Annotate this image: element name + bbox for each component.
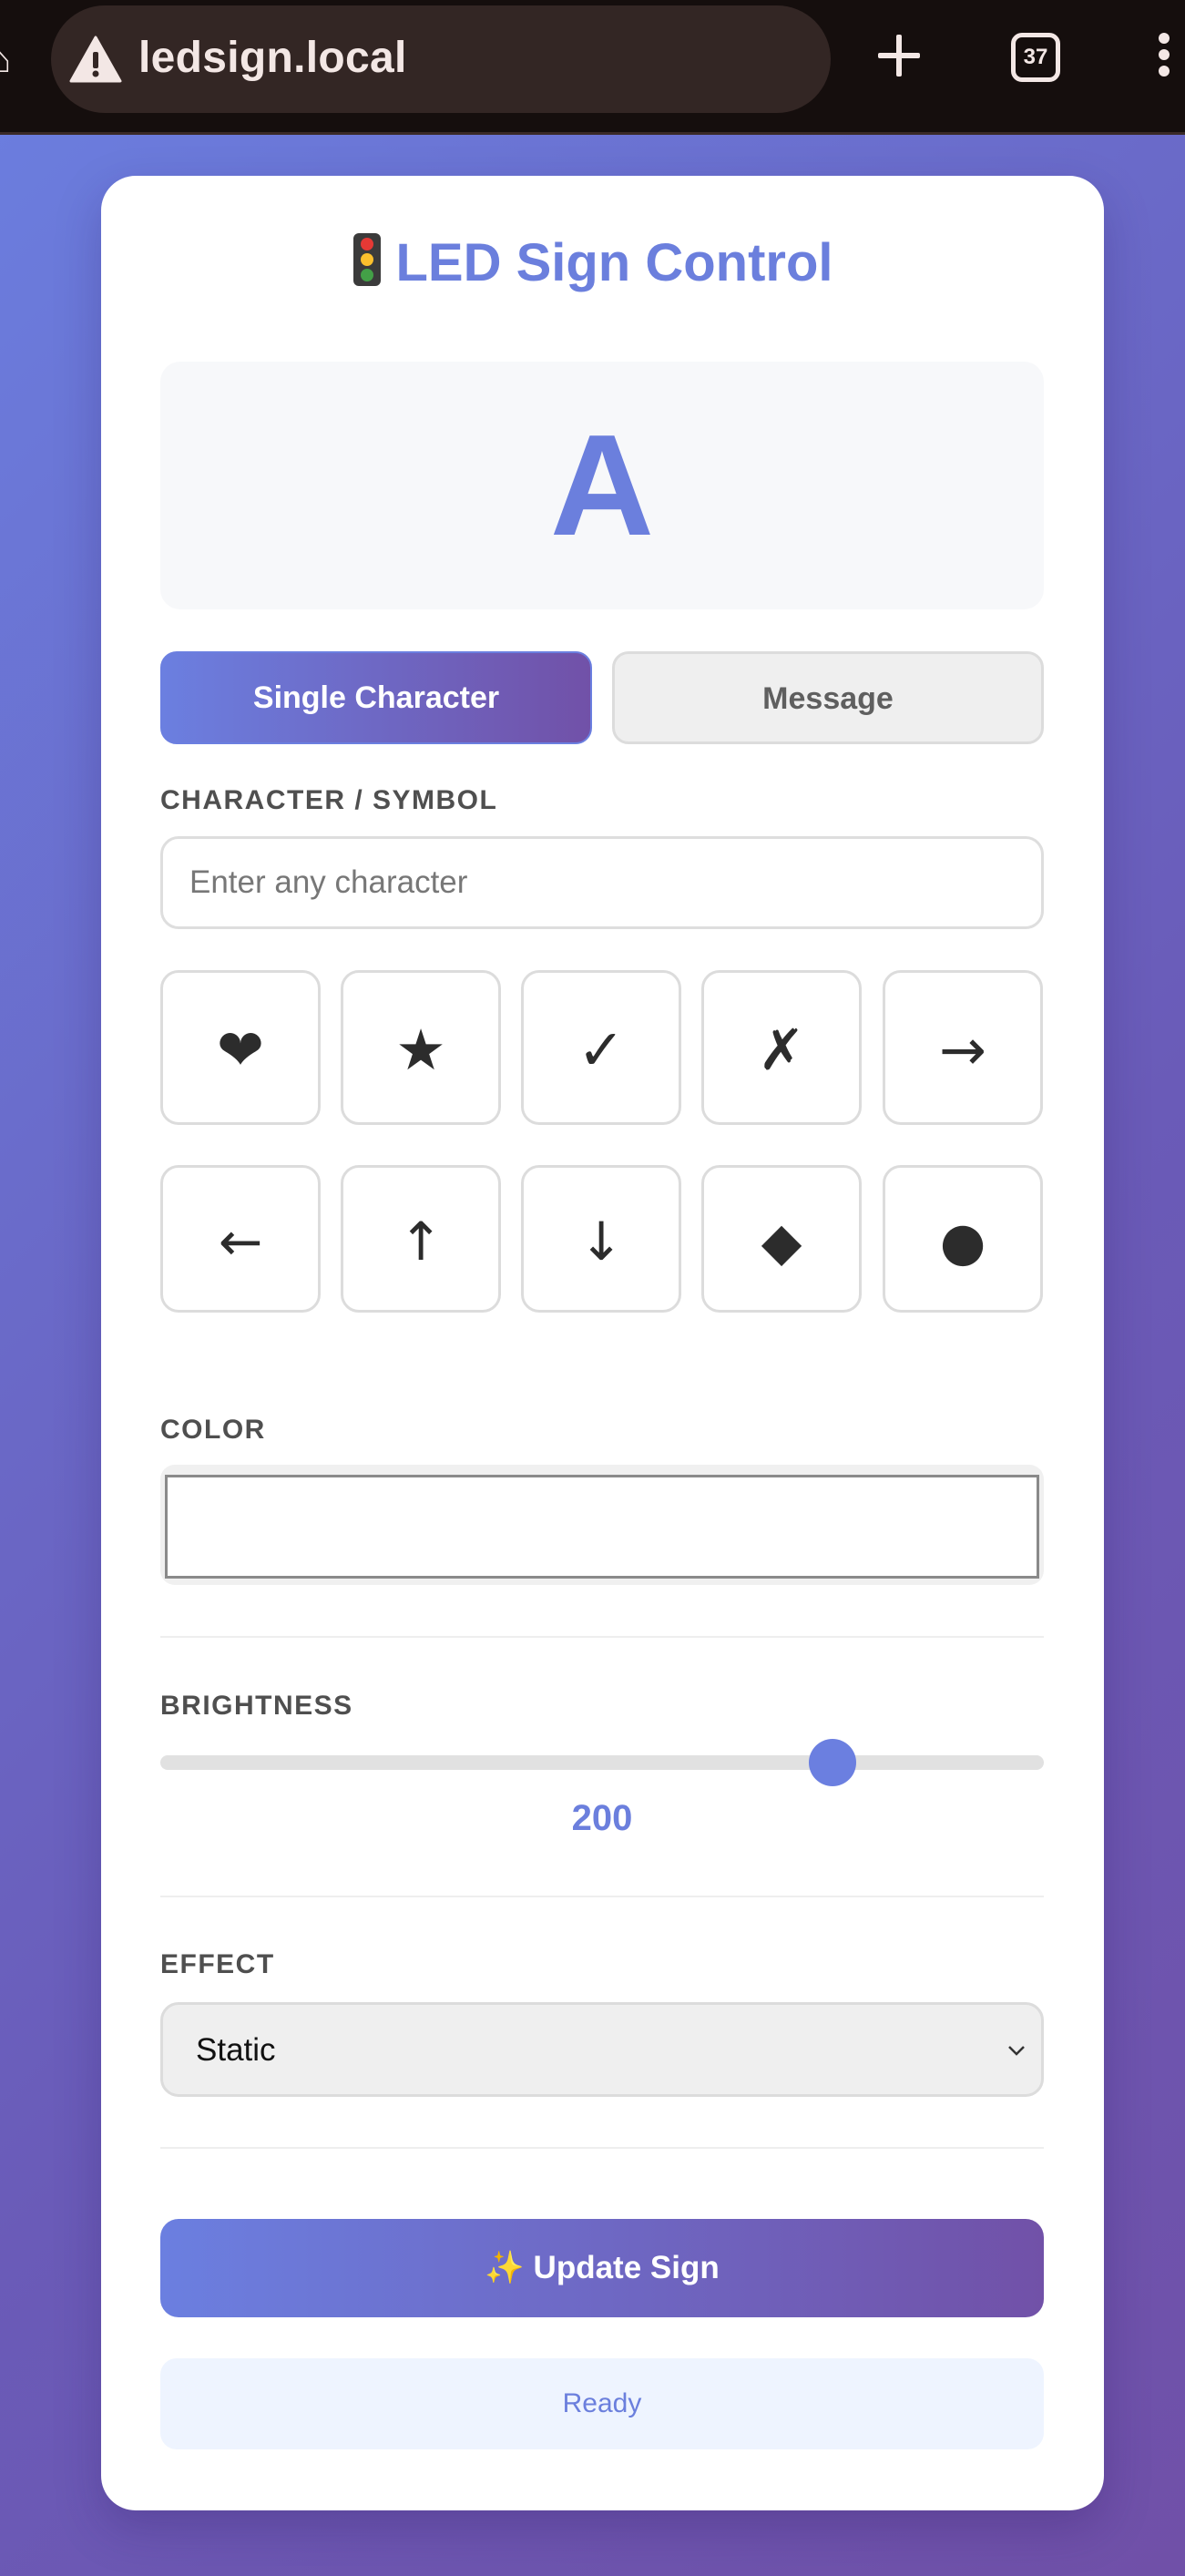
update-sign-button[interactable]: ✨ Update Sign: [160, 2219, 1044, 2317]
new-tab-plus-icon[interactable]: [874, 31, 924, 80]
single-character-mode-button[interactable]: Single Character: [160, 651, 592, 744]
chevron-down-icon: [1008, 2046, 1025, 2056]
effect-select[interactable]: Static: [160, 2002, 1044, 2097]
divider: [160, 1896, 1044, 1897]
status-message: Ready: [160, 2358, 1044, 2449]
color-swatch[interactable]: [165, 1475, 1039, 1579]
symbol-dot-button[interactable]: ●: [883, 1165, 1043, 1313]
url-text: ledsign.local: [138, 34, 407, 82]
message-mode-button[interactable]: Message: [612, 651, 1044, 744]
symbol-heart-button[interactable]: ❤: [160, 970, 321, 1125]
page-title-text: LED Sign Control: [395, 233, 833, 292]
preview-character: A: [549, 405, 655, 566]
character-input[interactable]: [160, 836, 1044, 929]
symbol-arrow-right-button[interactable]: →: [883, 970, 1043, 1125]
divider: [160, 1636, 1044, 1638]
home-icon[interactable]: ⌂: [0, 42, 16, 78]
tab-switcher-button[interactable]: 37: [1011, 33, 1060, 82]
brightness-label: BRIGHTNESS: [160, 1691, 353, 1721]
browser-toolbar: ⌂ ledsign.local 37: [0, 0, 1185, 135]
symbol-check-button[interactable]: ✓: [521, 970, 681, 1125]
character-label: CHARACTER / SYMBOL: [160, 785, 498, 815]
symbol-arrow-left-button[interactable]: ←: [160, 1165, 321, 1313]
brightness-slider-track[interactable]: [160, 1755, 1044, 1770]
color-label: COLOR: [160, 1415, 266, 1445]
symbol-diamond-button[interactable]: ◆: [701, 1165, 862, 1313]
effect-selected-value: Static: [196, 2032, 276, 2068]
effect-label: EFFECT: [160, 1949, 275, 1979]
color-picker[interactable]: [160, 1465, 1044, 1585]
symbol-star-button[interactable]: ★: [341, 970, 501, 1125]
warning-icon[interactable]: [69, 36, 122, 83]
menu-icon[interactable]: [1155, 33, 1173, 84]
traffic-light-icon: [353, 233, 382, 286]
address-bar[interactable]: ledsign.local: [51, 5, 831, 113]
divider: [160, 2147, 1044, 2149]
brightness-value: 200: [571, 1798, 633, 1838]
brightness-slider-thumb[interactable]: [809, 1739, 856, 1786]
page-title: LED Sign Control: [0, 231, 1185, 293]
symbol-arrow-up-button[interactable]: ↑: [341, 1165, 501, 1313]
symbol-cross-button[interactable]: ✗: [701, 970, 862, 1125]
sign-preview: A: [160, 362, 1044, 609]
symbol-arrow-down-button[interactable]: ↓: [521, 1165, 681, 1313]
